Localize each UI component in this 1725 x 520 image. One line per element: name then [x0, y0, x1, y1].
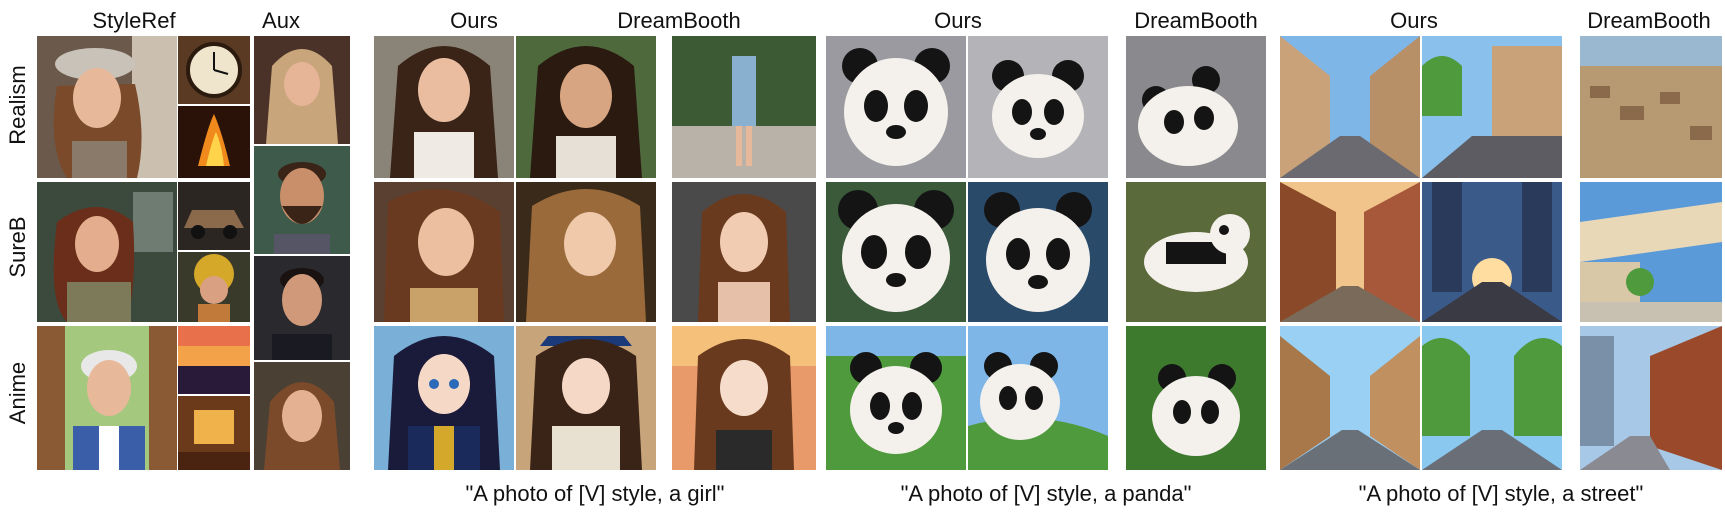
ours-panda-anime-2	[968, 326, 1108, 470]
styleref-sureb-portrait	[37, 182, 177, 322]
header-dreambooth-girl: DreamBooth	[617, 8, 741, 33]
styleref-anime-oldman	[37, 326, 177, 470]
ours-panda-sureb-2	[968, 182, 1108, 322]
aux-man-suit	[254, 256, 350, 360]
dreambooth-girl-realism	[672, 36, 816, 178]
ours-street-sureb-2	[1422, 182, 1562, 322]
styleref-realism-portrait	[37, 36, 177, 178]
styleref-realism-clock	[178, 36, 250, 104]
ours-girl-anime-1	[374, 326, 514, 470]
header-aux: Aux	[262, 8, 300, 33]
styleref-realism-fire	[178, 106, 250, 178]
styleref-anime-sunset	[178, 326, 250, 394]
ours-street-sureb-1	[1280, 182, 1420, 322]
aux-man-beard	[254, 146, 350, 254]
ours-girl-sureb-2	[516, 182, 656, 322]
ours-panda-anime-1	[826, 326, 966, 470]
dreambooth-panda-sureb	[1126, 182, 1266, 322]
header-dreambooth-panda: DreamBooth	[1134, 8, 1258, 33]
caption-girl: "A photo of [V] style, a girl"	[465, 481, 725, 506]
styleref-anime-interior	[178, 396, 250, 470]
aux-woman-hair	[254, 362, 350, 470]
ours-street-anime-1	[1280, 326, 1420, 470]
dreambooth-street-realism	[1580, 36, 1722, 178]
caption-panda: "A photo of [V] style, a panda"	[900, 481, 1192, 506]
header-ours-street: Ours	[1390, 8, 1438, 33]
ours-panda-realism-1	[826, 36, 966, 178]
header-dreambooth-street: DreamBooth	[1587, 8, 1711, 33]
ours-girl-realism-1	[374, 36, 514, 178]
dreambooth-panda-realism	[1126, 36, 1266, 178]
ours-girl-realism-2	[516, 36, 656, 178]
row-label-sureb: SureB	[5, 216, 30, 278]
dreambooth-panda-anime	[1126, 326, 1266, 470]
header-ours-girl: Ours	[450, 8, 498, 33]
ours-street-realism-2	[1422, 36, 1562, 178]
styleref-sureb-car	[178, 182, 250, 250]
header-ours-panda: Ours	[934, 8, 982, 33]
ours-panda-sureb-1	[826, 182, 966, 322]
ours-girl-anime-2	[516, 326, 656, 470]
header-styleref: StyleRef	[92, 8, 176, 33]
ours-street-realism-1	[1280, 36, 1420, 178]
aux-hijab-woman	[254, 36, 350, 144]
dreambooth-street-anime	[1580, 326, 1722, 470]
styleref-sureb-floral	[178, 252, 250, 322]
dreambooth-girl-sureb	[672, 182, 816, 322]
row-label-anime: Anime	[5, 361, 30, 425]
dreambooth-street-sureb	[1580, 182, 1722, 322]
ours-girl-sureb-1	[374, 182, 514, 322]
ours-panda-realism-2	[968, 36, 1108, 178]
caption-street: "A photo of [V] style, a street"	[1358, 481, 1644, 506]
row-label-realism: Realism	[5, 65, 30, 145]
dreambooth-girl-anime	[672, 326, 816, 470]
ours-street-anime-2	[1422, 326, 1562, 470]
